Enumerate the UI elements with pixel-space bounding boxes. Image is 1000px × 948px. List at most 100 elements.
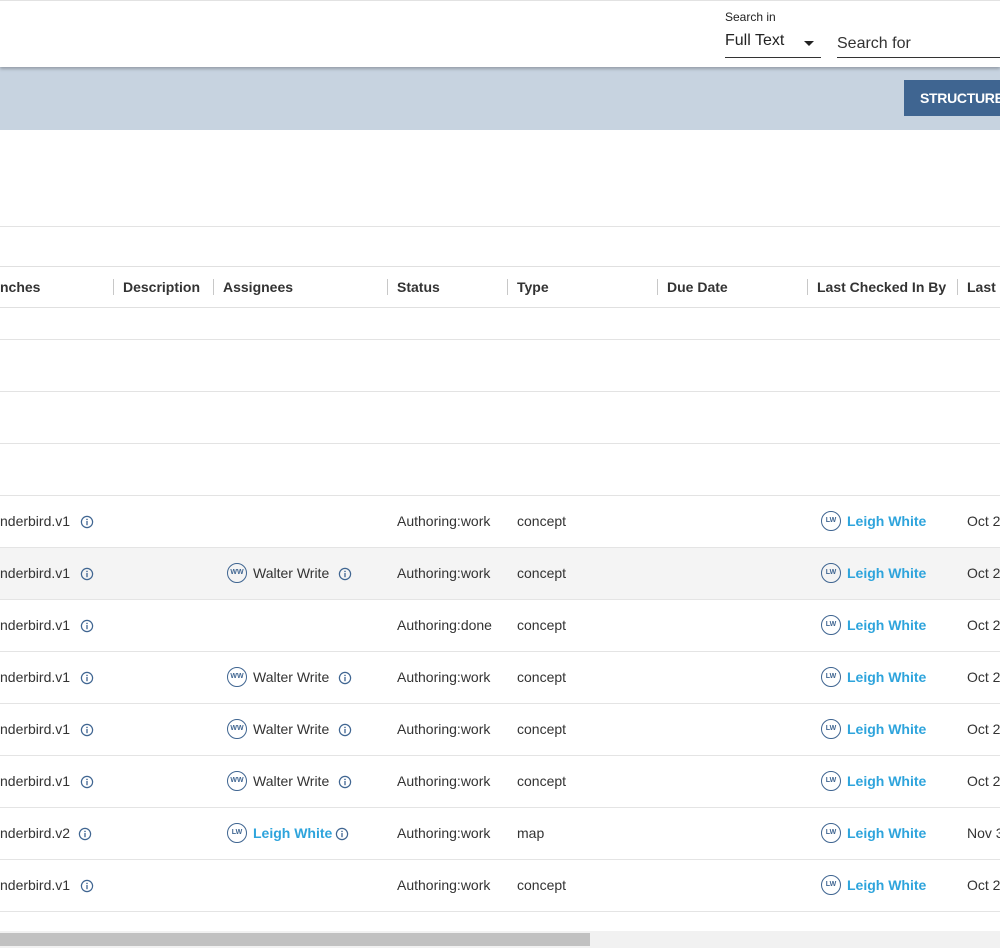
column-header-assignees[interactable]: Assignees [223,279,293,295]
column-separator[interactable] [387,279,388,295]
last-checked-in-by-link[interactable]: Leigh White [847,669,926,685]
branch-cell: nderbird.v1 [0,773,71,789]
horizontal-scrollbar[interactable] [0,931,1000,948]
table-row[interactable]: nderbird.v1 WW Walter Write Authoring:work c… [0,704,1000,756]
top-bar: Search in Full Text [0,0,1000,67]
last-checked-in-date: Oct 2 [967,669,1000,685]
info-icon[interactable] [78,827,92,841]
avatar: LW [821,771,841,791]
branch-cell: nderbird.v1 [0,669,71,685]
structure-button[interactable]: STRUCTURE [904,80,1000,116]
info-icon[interactable] [335,827,349,841]
branch-cell: nderbird.v1 [0,565,71,581]
avatar: WW [227,771,247,791]
status-cell: Authoring:work [397,669,491,685]
toolbar-band: STRUCTURE [0,66,1000,130]
column-separator[interactable] [507,279,508,295]
info-icon[interactable] [338,671,352,685]
last-checked-in-date: Oct 2 [967,721,1000,737]
status-cell: Authoring:work [397,513,491,529]
branch-cell: nderbird.v2 [0,825,71,841]
search-in-select[interactable]: Full Text [725,31,821,58]
status-cell: Authoring:work [397,877,491,893]
info-icon[interactable] [80,775,94,789]
info-icon[interactable] [338,775,352,789]
avatar: WW [227,719,247,739]
column-separator[interactable] [957,279,958,295]
column-separator[interactable] [807,279,808,295]
last-checked-in-date: Oct 2 [967,773,1000,789]
last-checked-in-by-link[interactable]: Leigh White [847,721,926,737]
branch-cell: nderbird.v1 [0,721,71,737]
type-cell: concept [517,513,567,529]
type-cell: concept [517,773,567,789]
assignee-name[interactable]: Leigh White [253,825,332,841]
table-row[interactable]: nderbird.v1 Authoring:work concept LW Leigh … [0,496,1000,548]
search-in-label: Search in [725,10,776,24]
info-icon[interactable] [338,723,352,737]
search-in-value: Full Text [725,32,785,49]
avatar: LW [821,563,841,583]
last-checked-in-by-link[interactable]: Leigh White [847,825,926,841]
type-cell: concept [517,877,567,893]
info-icon[interactable] [80,515,94,529]
column-header-status[interactable]: Status [397,279,440,295]
row-divider [0,391,1000,392]
row-divider [0,339,1000,340]
type-cell: concept [517,721,567,737]
last-checked-in-date: Oct 2 [967,617,1000,633]
column-separator[interactable] [657,279,658,295]
table-row[interactable]: nderbird.v1 WW Walter Write Authoring:work c… [0,652,1000,704]
column-separator[interactable] [213,279,214,295]
column-header-last-checked-in-by[interactable]: Last Checked In By [817,279,946,295]
last-checked-in-date: Nov 3 [967,825,1000,841]
divider [0,226,1000,227]
assignee-name: Walter Write [253,721,330,737]
branch-cell: nderbird.v1 [0,513,71,529]
info-icon[interactable] [80,723,94,737]
table-row[interactable]: nderbird.v1 WW Walter Write Authoring:work c… [0,756,1000,808]
table-header: nches Description Assignees Status Type … [0,266,1000,308]
branch-cell: nderbird.v1 [0,617,71,633]
type-cell: map [517,825,545,841]
info-icon[interactable] [338,567,352,581]
last-checked-in-by-link[interactable]: Leigh White [847,877,926,893]
avatar: LW [821,875,841,895]
avatar: LW [821,823,841,843]
row-divider [0,443,1000,444]
assignee-name: Walter Write [253,773,330,789]
last-checked-in-by-link[interactable]: Leigh White [847,773,926,789]
scrollbar-thumb[interactable] [0,933,590,946]
type-cell: concept [517,565,567,581]
last-checked-in-by-link[interactable]: Leigh White [847,617,926,633]
column-header-type[interactable]: Type [517,279,549,295]
status-cell: Authoring:work [397,773,491,789]
avatar: WW [227,667,247,687]
caret-down-icon [804,41,814,46]
table-row[interactable]: nderbird.v1 Authoring:work concept LW Leigh … [0,860,1000,912]
assignee-name: Walter Write [253,669,330,685]
column-header-description[interactable]: Description [123,279,200,295]
table-row[interactable]: nderbird.v2 LW Leigh White Authoring:work ma… [0,808,1000,860]
column-header-last-checked-in[interactable]: Last C [967,279,1000,295]
table-row[interactable]: nderbird.v1 WW Walter Write Authoring:work c… [0,548,1000,600]
column-header-branches[interactable]: nches [0,279,40,295]
column-separator[interactable] [113,279,114,295]
info-icon[interactable] [80,671,94,685]
avatar: LW [821,511,841,531]
avatar: LW [821,719,841,739]
last-checked-in-by-link[interactable]: Leigh White [847,513,926,529]
avatar: LW [821,667,841,687]
search-input[interactable] [837,31,1000,58]
type-cell: concept [517,669,567,685]
column-header-due-date[interactable]: Due Date [667,279,728,295]
info-icon[interactable] [80,879,94,893]
avatar: LW [821,615,841,635]
last-checked-in-date: Oct 2 [967,513,1000,529]
status-cell: Authoring:work [397,825,491,841]
info-icon[interactable] [80,567,94,581]
last-checked-in-by-link[interactable]: Leigh White [847,565,926,581]
table-row[interactable]: nderbird.v1 Authoring:done concept LW Leigh … [0,600,1000,652]
last-checked-in-date: Oct 2 [967,877,1000,893]
info-icon[interactable] [80,619,94,633]
